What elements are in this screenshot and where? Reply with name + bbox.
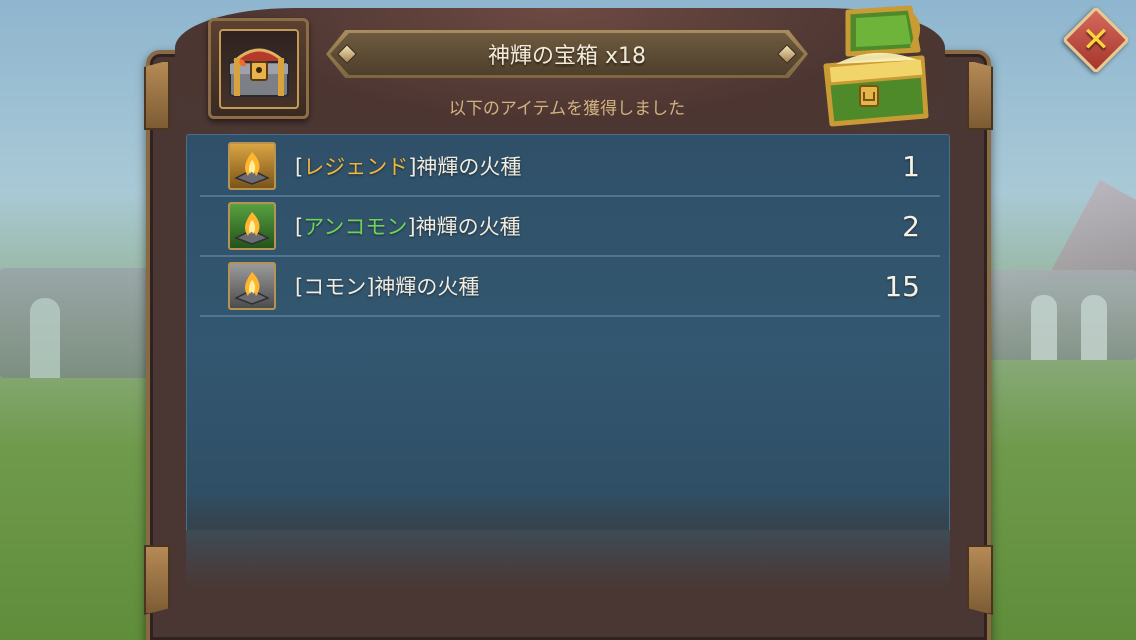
dialog-title: 神輝の宝箱 x18 (487, 44, 646, 69)
list-item: [レジェンド]神輝の火種 1 (200, 137, 940, 197)
open-chest-icon (818, 4, 936, 128)
item-name: [レジェンド]神輝の火種 (295, 155, 522, 179)
ember-item-icon (228, 202, 276, 250)
item-name: [コモン]神輝の火種 (295, 275, 480, 299)
title-banner: 神輝の宝箱 x18 (326, 30, 808, 78)
frame-corner (144, 545, 170, 615)
item-quantity: 1 (902, 149, 920, 183)
ember-item-icon (228, 262, 276, 310)
background-ruin-right (986, 270, 1136, 360)
ember-item-icon (228, 142, 276, 190)
frame-corner (144, 60, 170, 130)
item-rarity: コモン (303, 275, 367, 299)
close-icon: ✕ (1081, 20, 1111, 60)
frame-corner (967, 60, 993, 130)
background-mountain (1046, 180, 1136, 280)
chest-badge (208, 18, 309, 119)
dialog-subtitle: 以下のアイテムを獲得しました (448, 99, 686, 119)
item-name: [アンコモン]神輝の火種 (295, 215, 521, 239)
close-button[interactable]: ✕ (1062, 6, 1130, 74)
frame-corner (967, 545, 993, 615)
panel-footer (186, 530, 950, 590)
item-quantity: 15 (884, 269, 920, 303)
item-quantity: 2 (902, 209, 920, 243)
chest-icon (218, 28, 299, 109)
item-rarity: アンコモン (303, 215, 408, 239)
list-item: [コモン]神輝の火種 15 (200, 257, 940, 317)
list-item: [アンコモン]神輝の火種 2 (200, 197, 940, 257)
background-ruin-left (0, 268, 150, 378)
item-rarity: レジェンド (303, 155, 409, 179)
